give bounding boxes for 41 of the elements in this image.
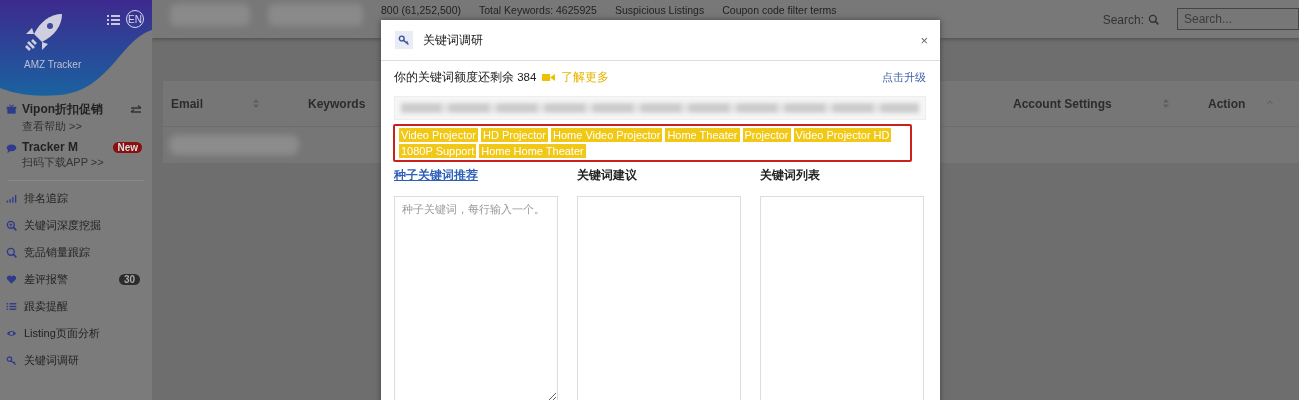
sidebar-item[interactable]: 差评报警 [24,272,112,287]
modal-title: 关键词调研 [423,31,484,49]
sidebar-item[interactable]: 排名追踪 [24,191,140,206]
promo-link[interactable]: 查看帮助 >> [22,119,142,134]
seed-keywords-field[interactable]: 种子关键词，每行输入一个。 [394,196,558,400]
keyword-tag: Home Theater [665,128,740,142]
keyword-tag: Home Home Theater [479,144,586,158]
quota-text: 你的关键词额度还剩余 384 [394,69,537,85]
keyword-tag: HD Projector [481,128,548,142]
brand-name: AMZ Tracker [24,59,82,70]
sidebar-item[interactable]: Listing页面分析 [24,326,140,341]
keyword-tag: Video Projector [399,128,478,142]
column-title: 关键词建议 [577,168,638,183]
column-header[interactable]: Keywords [308,96,366,111]
sidebar-item[interactable]: 竞品销量跟踪 [24,245,140,260]
new-badge: New [113,141,142,153]
sidebar-item[interactable]: 关键词调研 [24,353,140,368]
column-header[interactable]: Email [171,96,203,111]
column-header[interactable]: Action [1208,96,1246,111]
column-header[interactable]: Account Settings [1013,96,1112,111]
sidebar-item[interactable]: 跟卖提醒 [24,299,140,314]
column-link[interactable]: 种子关键词推荐 [394,168,558,184]
count-badge: 30 [118,274,140,285]
promo-title[interactable]: Tracker M [22,140,79,154]
search-field[interactable]: Search... [1177,8,1299,30]
stat-text: Coupon code filter terms [722,4,837,16]
stat-text: Suspicious Listings [614,4,705,16]
stat-text: Total Keywords: 4625925 [479,4,597,16]
learn-more-link[interactable]: 了解更多 [561,69,610,85]
keyword-tag: 1080P Support [399,144,477,158]
search-label: Search: [1102,13,1144,27]
column-title: 关键词列表 [760,168,821,183]
sidebar-item[interactable]: 关键词深度挖掘 [24,218,140,233]
keyword-tag: Projector [742,128,791,142]
close-button[interactable]: × [920,32,928,48]
promo-link[interactable]: 扫码下载APP >> [22,155,142,170]
keyword-tag: Home Video Projector [551,128,663,142]
promo-title[interactable]: Vipon折扣促销 [22,101,104,118]
keyword-tag: Video Projector HD [793,128,892,142]
upgrade-link[interactable]: 点击升级 [882,69,926,85]
stat-text: 800 (61,252,500) [381,4,461,16]
